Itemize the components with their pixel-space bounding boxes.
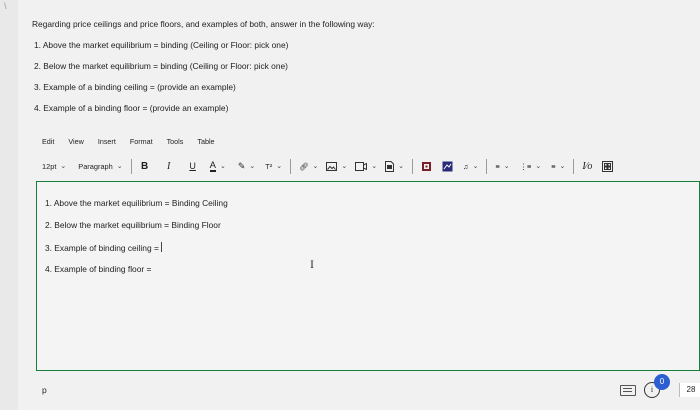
fullscreen-icon xyxy=(602,160,614,172)
bold-button[interactable]: B xyxy=(140,161,150,172)
editor-menubar: Edit View Insert Format Tools Table xyxy=(42,137,215,146)
status-bar-icons: i 0 28 xyxy=(620,374,700,404)
plugin-icon xyxy=(422,161,432,171)
fullscreen-button[interactable] xyxy=(602,160,614,172)
rtl-button[interactable]: I⁄o xyxy=(582,161,592,172)
chevron-down-icon: ⌄ xyxy=(341,163,348,170)
italic-button[interactable]: I xyxy=(164,161,174,172)
numbered-list-button[interactable]: ≡ ⌄ xyxy=(551,162,565,171)
document-button[interactable]: ⌄ xyxy=(385,160,405,172)
chevron-down-icon: ⌄ xyxy=(220,163,226,170)
corner-mark: \ xyxy=(4,1,7,11)
menu-format[interactable]: Format xyxy=(130,137,153,146)
toolbar-divider xyxy=(486,158,488,174)
plugin-button[interactable] xyxy=(421,161,432,172)
text-color-icon: A xyxy=(209,159,216,172)
superscript-button[interactable]: T² ⌄ xyxy=(265,162,282,171)
question-instructions: Regarding price ceilings and price floor… xyxy=(32,14,375,119)
editor-line-3-text: 3. Example of binding ceiling = xyxy=(45,243,159,253)
toolbar-divider xyxy=(130,158,132,174)
bullet-list-icon: ⋮≡ xyxy=(519,161,532,171)
editor-toolbar: 12pt ⌄ Paragraph ⌄ B I U A ⌄ ✎ ⌄ T² ⌄ 🔗︎… xyxy=(42,156,700,176)
editor-line-3[interactable]: 3. Example of binding ceiling = xyxy=(45,242,162,253)
word-count[interactable]: 28 xyxy=(679,383,700,397)
highlight-color-button[interactable]: ✎ ⌄ xyxy=(238,161,255,172)
toolbar-divider xyxy=(573,158,575,174)
accessibility-icon: ♫ xyxy=(463,161,469,171)
align-button[interactable]: ≡ ⌄ xyxy=(495,162,509,171)
chevron-down-icon: ⌄ xyxy=(371,163,378,170)
instructions-intro: Regarding price ceilings and price floor… xyxy=(32,19,375,29)
document-icon xyxy=(385,160,395,172)
chevron-down-icon: ⌄ xyxy=(535,163,542,170)
font-size-value: 12pt xyxy=(42,161,57,171)
chevron-down-icon: ⌄ xyxy=(249,163,256,170)
menu-insert[interactable]: Insert xyxy=(98,137,116,146)
chevron-down-icon: ⌄ xyxy=(503,163,510,170)
left-edge: \ xyxy=(0,0,18,410)
chevron-down-icon: ⌄ xyxy=(472,163,479,170)
chevron-down-icon: ⌄ xyxy=(60,163,67,170)
highlighter-icon: ✎ xyxy=(237,160,246,171)
apps-button[interactable] xyxy=(442,161,453,172)
media-button[interactable]: ⌄ xyxy=(355,161,378,171)
image-icon xyxy=(326,161,338,171)
mouse-ibeam-cursor: I xyxy=(310,257,314,271)
editor-line-1[interactable]: 1. Above the market equilibrium = Bindin… xyxy=(45,198,228,208)
link-button[interactable]: 🔗︎ ⌄ xyxy=(299,162,318,171)
app-frame: \ Regarding price ceilings and price flo… xyxy=(0,0,700,410)
underline-button[interactable]: U xyxy=(188,161,198,171)
chevron-down-icon: ⌄ xyxy=(398,163,405,170)
editor-line-2[interactable]: 2. Below the market equilibrium = Bindin… xyxy=(45,220,221,230)
chevron-down-icon: ⌄ xyxy=(312,163,319,170)
bullet-list-button[interactable]: ⋮≡ ⌄ xyxy=(520,162,542,171)
menu-tools[interactable]: Tools xyxy=(167,137,184,146)
numbered-list-icon: ≡ xyxy=(551,161,556,171)
block-format-value: Paragraph xyxy=(78,161,113,171)
instruction-item-4: 4. Example of a binding floor = (provide… xyxy=(34,103,229,113)
font-size-dropdown[interactable]: 12pt ⌄ xyxy=(42,162,66,171)
superscript-icon: T² xyxy=(265,161,273,171)
keyboard-icon[interactable] xyxy=(620,385,636,396)
instruction-item-2: 2. Below the market equilibrium = bindin… xyxy=(34,61,288,71)
rich-text-editor[interactable]: 1. Above the market equilibrium = Bindin… xyxy=(36,181,700,371)
text-color-button[interactable]: A ⌄ xyxy=(209,159,226,172)
menu-table[interactable]: Table xyxy=(197,137,214,146)
element-path[interactable]: p xyxy=(42,385,47,395)
menu-edit[interactable]: Edit xyxy=(42,137,54,146)
notification-badge[interactable]: 0 xyxy=(654,374,670,390)
image-button[interactable]: ⌄ xyxy=(326,161,348,171)
accessibility-button[interactable]: ♫ ⌄ xyxy=(463,162,478,171)
chevron-down-icon: ⌄ xyxy=(116,163,123,170)
editor-line-4[interactable]: 4. Example of binding floor = xyxy=(45,264,151,274)
menu-view[interactable]: View xyxy=(68,137,83,146)
chevron-down-icon: ⌄ xyxy=(276,163,283,170)
instruction-item-3: 3. Example of a binding ceiling = (provi… xyxy=(34,82,236,92)
toolbar-divider xyxy=(290,158,292,174)
media-icon xyxy=(355,161,368,171)
apps-icon xyxy=(442,161,453,171)
toolbar-divider xyxy=(412,158,414,174)
align-left-icon: ≡ xyxy=(495,161,500,171)
chevron-down-icon: ⌄ xyxy=(559,163,566,170)
instruction-item-1: 1. Above the market equilibrium = bindin… xyxy=(34,40,289,50)
text-cursor xyxy=(160,242,162,252)
link-icon: 🔗︎ xyxy=(299,161,309,171)
block-format-dropdown[interactable]: Paragraph ⌄ xyxy=(78,162,122,171)
